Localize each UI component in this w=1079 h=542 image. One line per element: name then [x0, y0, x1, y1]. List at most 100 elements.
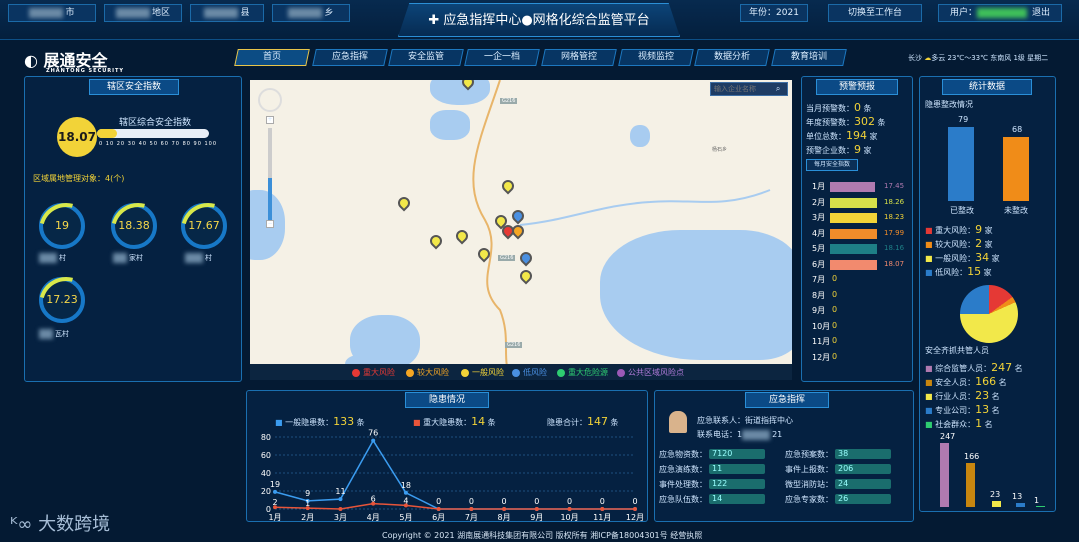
county-select[interactable]: 县 [190, 4, 264, 22]
search-icon[interactable]: ⌕ [776, 84, 780, 93]
data-point [403, 490, 408, 495]
data-label: 2 [272, 498, 277, 507]
month-index-bar [830, 213, 877, 223]
footer-copyright: Copyright © 2021 湖南展通科技集团有限公司 版权所有 湘ICP备… [382, 531, 703, 540]
month-label: 5月 [812, 244, 826, 253]
major-hazard: ■ 重大隐患数：14 条 [413, 415, 496, 428]
tab-safety[interactable]: 安全监管 [388, 49, 464, 66]
emergency-stat-label: 应急队伍数： [659, 495, 707, 504]
emergency-stat-value: 38 [835, 449, 891, 459]
unrectified-count: 68 [1012, 125, 1023, 134]
road-label-2: G216 [498, 255, 516, 261]
month-index-value: 18.16 [884, 244, 905, 252]
village-name-2: 家村 [113, 253, 143, 263]
risk-stat: ■ 较大风险：2 家 [925, 237, 993, 250]
road-label-1: G216 [500, 98, 518, 104]
month-index-bar [830, 228, 877, 239]
monthly-index-button[interactable]: 每月安全指数 [806, 159, 858, 171]
rectified-bar [948, 127, 974, 201]
zoom-slider[interactable] [268, 128, 272, 228]
city-select[interactable]: 市 [8, 4, 96, 22]
watermark-logo-icon: ᴷ∞ [10, 514, 39, 535]
emergency-stat-value: 24 [835, 479, 891, 489]
unrectified-label: 未整改 [1004, 206, 1028, 215]
map-pan-control[interactable] [258, 88, 282, 112]
left-panel-title: 辖区安全指数 [89, 79, 179, 95]
user-box[interactable]: 用户： 退出 [938, 4, 1062, 22]
page-title: ✚ 应急指挥中心●网格化综合监管平台 [398, 3, 680, 37]
svg-text:23: 23 [990, 490, 1000, 499]
data-point [633, 507, 637, 511]
zoom-out-icon[interactable]: − [266, 220, 274, 228]
village-name-4: 瓦村 [39, 329, 69, 339]
gauge-track [97, 129, 209, 138]
data-label: 0 [600, 497, 605, 506]
month-index-value: 0 [832, 351, 838, 361]
year-select[interactable]: 年份：2021 [740, 4, 808, 22]
month-index-value: 0 [832, 320, 838, 330]
tab-home[interactable]: 首页 [234, 49, 310, 66]
month-label: 10月 [812, 321, 831, 331]
gauge-tick: 20 [116, 141, 126, 147]
month-label: 11月 [812, 337, 831, 346]
x-tick-label: 1月 [268, 513, 281, 521]
month-index-value: 0 [832, 305, 838, 314]
legend-low[interactable]: 低风险 [512, 367, 547, 378]
month-index-value: 17.99 [884, 228, 905, 237]
map-view[interactable]: G216 G216 G216 杨石乡 ⌕ + − [250, 80, 792, 380]
tab-emergency[interactable]: 应急指挥 [312, 49, 388, 66]
data-label: 6 [371, 495, 376, 504]
emergency-stat-value: 206 [835, 464, 891, 474]
village-gauge-1: 19 [39, 203, 85, 249]
month-label: 4月 [812, 228, 826, 238]
month-label: 8月 [812, 290, 826, 300]
data-point [338, 507, 343, 511]
data-label: 0 [469, 497, 474, 506]
gauge-fill [97, 129, 118, 138]
switch-workbench-button[interactable]: 切换至工作台 [828, 4, 922, 22]
data-point [600, 507, 605, 511]
staff-bar-chart: 247 166 23 13 1 [940, 432, 1045, 507]
data-label: 9 [305, 489, 310, 498]
emergency-stat-label: 应急物资数： [659, 450, 707, 459]
tab-video[interactable]: 视频监控 [618, 49, 694, 66]
emergency-stat-value: 11 [709, 464, 765, 474]
legend-general[interactable]: 一般风险 [461, 367, 504, 378]
gauge-label: 辖区综合安全指数 [119, 118, 192, 128]
legend-public[interactable]: 公共区域风险点 [617, 367, 684, 378]
tab-enterprise[interactable]: 一企一档 [464, 49, 540, 66]
legend-large[interactable]: 较大风险 [406, 367, 449, 378]
town-select[interactable]: 乡 [272, 4, 350, 22]
top-bar: 市 地区 县 乡 ✚ 应急指挥中心●网格化综合监管平台 年份：2021 切换至工… [0, 0, 1079, 40]
platform-icon: ✚ [428, 13, 444, 28]
gauge-tick: 70 [171, 141, 180, 147]
hazard-line-chart: 0204060801月 2月 3月 4月 5月 6月 7月 8月 9月 10月 11月 12月199 1… [261, 429, 644, 521]
data-label: 76 [368, 429, 378, 438]
x-tick-label: 12月 [626, 513, 644, 521]
month-label: 1月 [812, 182, 826, 191]
gauge-tick: 40 [138, 141, 148, 147]
month-index-value: 17.45 [884, 182, 905, 190]
month-label: 12月 [812, 352, 831, 362]
data-label: 1 [305, 499, 310, 508]
month-label: 2月 [812, 197, 826, 207]
legend-major[interactable]: 重大风险 [352, 367, 395, 378]
stats-title: 统计数据 [942, 79, 1032, 95]
svg-text:247: 247 [940, 432, 955, 441]
tab-training[interactable]: 教育培训 [771, 49, 847, 66]
logout-button[interactable]: 退出 [1032, 8, 1050, 18]
gauge-tick: 50 [149, 141, 159, 147]
legend-hazard-source[interactable]: 重大危险源 [557, 367, 608, 378]
gauge-tick: 100 [204, 141, 218, 147]
svg-text:1: 1 [1034, 496, 1039, 505]
month-index-value: 18.07 [884, 259, 905, 268]
tab-analysis[interactable]: 数据分析 [694, 49, 770, 66]
risk-stat: ■ 一般风险：34 家 [925, 251, 1000, 264]
district-select[interactable]: 地区 [104, 4, 182, 22]
tab-grid[interactable]: 网格管控 [541, 49, 617, 66]
warning-stat: 单位总数：194 家 [806, 129, 878, 142]
month-label: 6月 [812, 259, 826, 269]
zoom-in-icon[interactable]: + [266, 116, 274, 124]
unrectified-bar [1003, 137, 1029, 201]
map-search-input[interactable] [711, 83, 773, 95]
